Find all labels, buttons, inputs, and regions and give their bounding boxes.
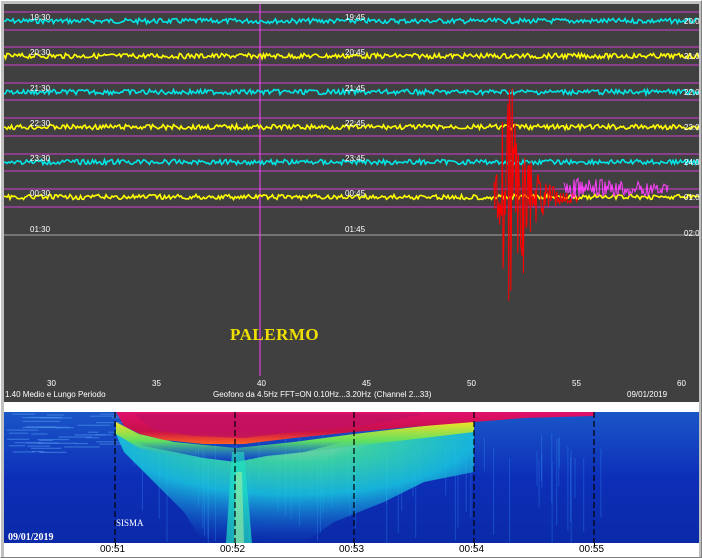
time-label-0051: 00:51 bbox=[100, 544, 126, 555]
noise-streak bbox=[7, 438, 30, 440]
hour-label-left-3: 22:30 bbox=[30, 119, 51, 128]
noise-streak bbox=[30, 447, 62, 449]
x-tick-60: 60 bbox=[677, 379, 686, 388]
noise-streak bbox=[9, 432, 29, 434]
hour-label-mid-3: 22:45 bbox=[345, 119, 366, 128]
noise-streak bbox=[574, 457, 576, 498]
hour-label-mid-6: 01:45 bbox=[345, 225, 366, 234]
hour-label-right-1: 21:0 bbox=[684, 52, 700, 61]
noise-streak bbox=[47, 414, 65, 416]
noise-streak bbox=[99, 443, 122, 445]
spectrogram-image bbox=[4, 412, 699, 543]
noise-streak bbox=[600, 448, 602, 518]
hour-label-left-2: 21:30 bbox=[30, 84, 51, 93]
separator-bar bbox=[4, 402, 699, 412]
x-tick-50: 50 bbox=[467, 379, 476, 388]
earthquake-waveform bbox=[493, 88, 579, 301]
noise-streak bbox=[27, 445, 50, 447]
noise-streak bbox=[12, 413, 36, 415]
time-label-0053: 00:53 bbox=[339, 544, 365, 555]
hour-label-mid-5: 00:45 bbox=[345, 189, 366, 198]
hour-label-left-4: 23:30 bbox=[30, 154, 51, 163]
noise-streak bbox=[509, 457, 511, 543]
earthquake-coda bbox=[563, 177, 669, 200]
hour-label-mid-1: 20:45 bbox=[345, 48, 366, 57]
hour-label-right-5: 01:0 bbox=[684, 193, 700, 202]
hour-label-mid-2: 21:45 bbox=[345, 84, 366, 93]
helicorder-panel: 19:30 20:30 21:30 22:30 23:30 00:30 01:3… bbox=[4, 4, 700, 402]
footer-mode: 1.40 Medio e Lungo Periodo bbox=[5, 390, 106, 399]
hour-label-left-1: 20:30 bbox=[30, 48, 51, 57]
time-label-0054: 00:54 bbox=[459, 544, 485, 555]
noise-streak bbox=[95, 434, 113, 436]
noise-streak bbox=[77, 424, 111, 426]
spectrogram-time-axis: 00:51 00:52 00:53 00:54 00:55 bbox=[4, 543, 699, 557]
noise-streak bbox=[483, 437, 485, 472]
noise-streak bbox=[22, 420, 60, 422]
noise-streak bbox=[556, 438, 558, 526]
noise-streak bbox=[31, 433, 48, 435]
footer-date: 09/01/2019 bbox=[627, 390, 668, 399]
window-frame: 19:30 20:30 21:30 22:30 23:30 00:30 01:3… bbox=[0, 0, 702, 558]
noise-streak bbox=[6, 429, 39, 431]
station-name: PALERMO bbox=[230, 325, 320, 344]
event-annotation: SISMA bbox=[116, 518, 144, 528]
noise-streak bbox=[25, 426, 56, 428]
noise-streak bbox=[38, 439, 53, 441]
time-label-0052: 00:52 bbox=[220, 544, 246, 555]
hour-label-right-4: 24:0 bbox=[684, 158, 700, 167]
helicorder-plot bbox=[4, 4, 699, 376]
noise-streak bbox=[12, 451, 35, 453]
hour-label-right-6: 02:0 bbox=[684, 229, 700, 238]
hour-label-right-0: 20:0 bbox=[684, 17, 700, 26]
hour-label-left-0: 19:30 bbox=[30, 13, 51, 22]
hour-label-left-6: 01:30 bbox=[30, 225, 51, 234]
x-tick-45: 45 bbox=[362, 379, 371, 388]
noise-streak bbox=[541, 434, 543, 482]
noise-streak bbox=[26, 442, 59, 444]
noise-streak bbox=[85, 437, 100, 439]
noise-streak bbox=[583, 458, 585, 532]
footer-settings: Geofono da 4.5Hz FFT=ON 0.10Hz...3.20Hz bbox=[213, 390, 372, 399]
hour-label-right-2: 22:0 bbox=[684, 88, 700, 97]
hour-label-left-5: 00:30 bbox=[30, 189, 51, 198]
noise-streak bbox=[538, 459, 540, 508]
x-tick-55: 55 bbox=[572, 379, 581, 388]
spectrogram-panel: 09/01/2019 SISMA bbox=[4, 412, 699, 543]
hour-label-mid-0: 19:45 bbox=[345, 13, 366, 22]
noise-streak bbox=[551, 433, 553, 504]
hour-label-mid-4: 23:45 bbox=[345, 154, 366, 163]
noise-streak bbox=[558, 438, 560, 487]
noise-streak bbox=[536, 451, 538, 486]
noise-streak bbox=[569, 456, 571, 522]
noise-streak bbox=[88, 431, 99, 433]
noise-streak bbox=[74, 442, 89, 445]
x-tick-35: 35 bbox=[152, 379, 161, 388]
hour-label-right-3: 23:0 bbox=[684, 123, 700, 132]
noise-streak bbox=[493, 448, 495, 535]
noise-streak bbox=[56, 427, 74, 429]
noise-streak bbox=[64, 446, 100, 448]
x-tick-40: 40 bbox=[257, 379, 266, 388]
noise-streak bbox=[39, 451, 67, 454]
x-tick-30: 30 bbox=[47, 379, 56, 388]
noise-streak bbox=[28, 416, 63, 419]
noise-streak bbox=[567, 446, 569, 531]
time-label-0055: 00:55 bbox=[579, 544, 605, 555]
noise-streak bbox=[8, 445, 26, 447]
footer-channel: (Channel 2...33) bbox=[374, 390, 432, 399]
spectrogram-date: 09/01/2019 bbox=[8, 532, 54, 543]
